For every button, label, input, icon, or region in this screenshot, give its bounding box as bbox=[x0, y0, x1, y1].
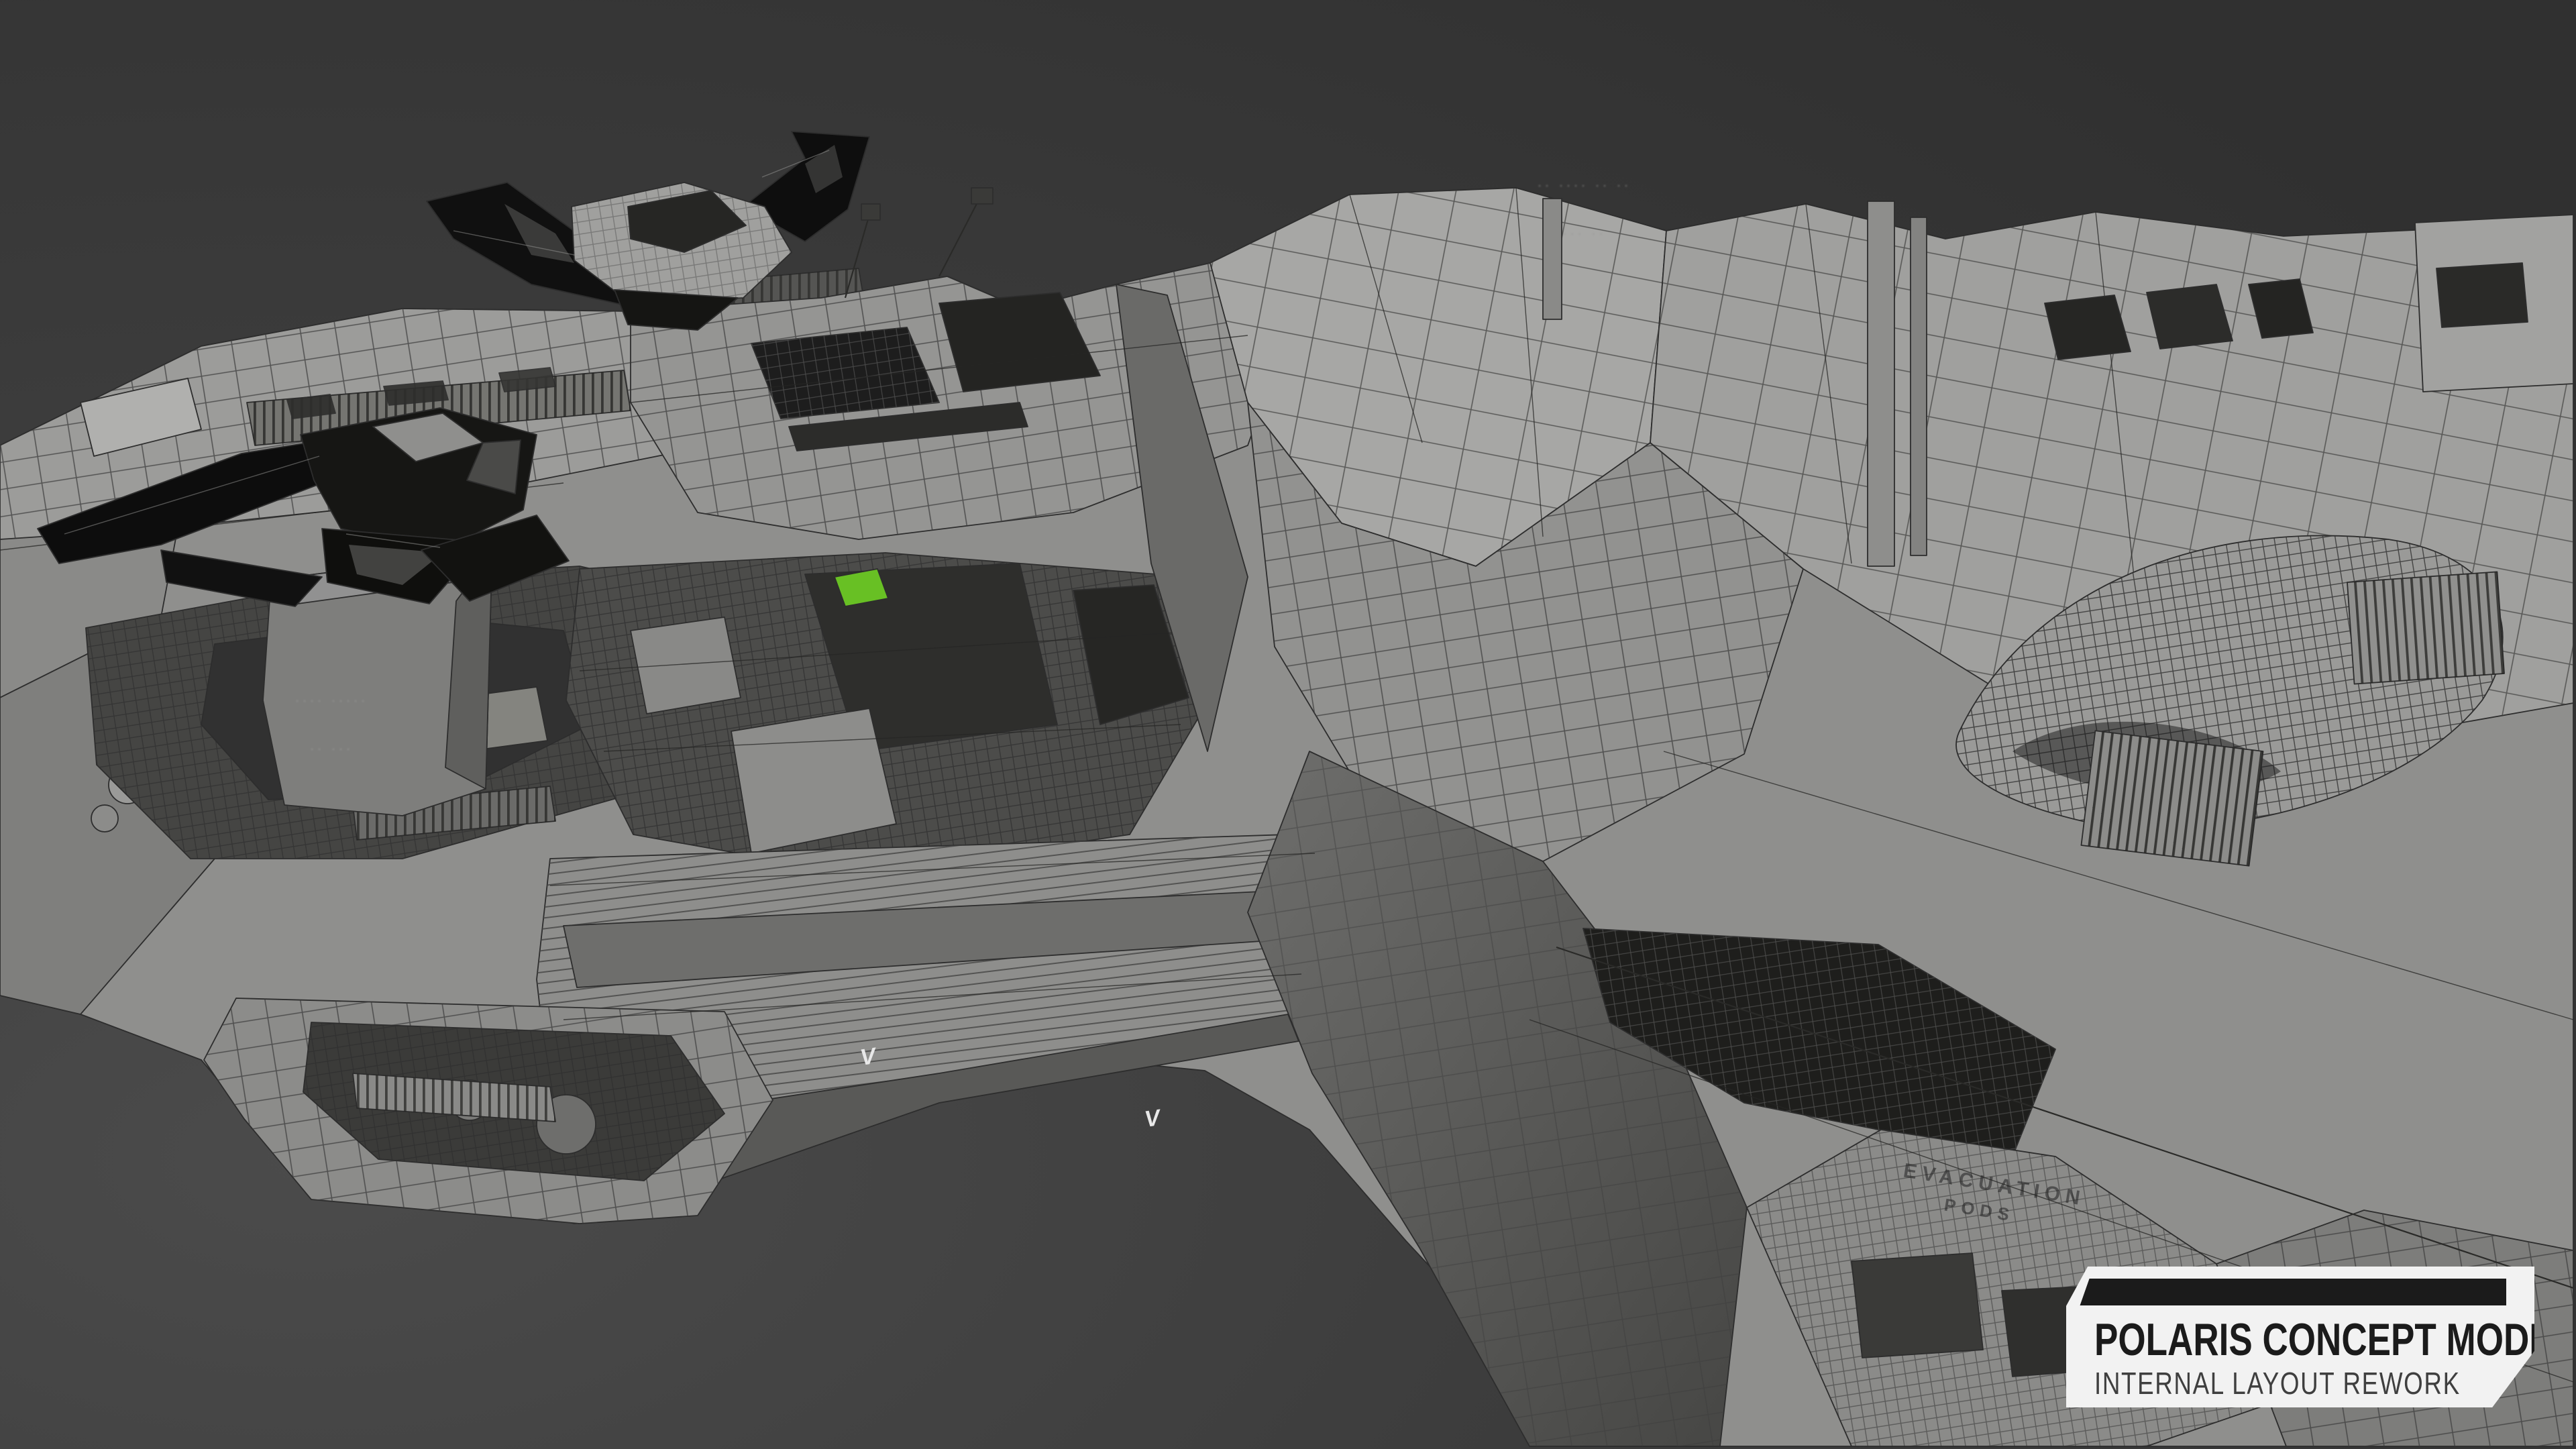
title-card-subtitle: INTERNAL LAYOUT REWORK bbox=[2094, 1366, 2461, 1402]
title-card: POLARIS CONCEPT MODEL INTERNAL LAYOUT RE… bbox=[2066, 1267, 2534, 1407]
faint-annotation-top-line1: ·· ···· ·· ·· bbox=[1538, 177, 1631, 193]
title-card-stripe bbox=[2078, 1279, 2506, 1305]
title-card-title: POLARIS CONCEPT MODEL bbox=[2094, 1315, 2575, 1367]
model-viewport[interactable]: V V EVACUATION PODS bbox=[0, 0, 2576, 1449]
presentation-frame: V V EVACUATION PODS ·· ···· ·· ·· ··· ··… bbox=[0, 0, 2576, 1449]
faint-annotation-left: ···· ····· ·· ··· bbox=[295, 660, 368, 789]
faint-annotation-left-line2: ·· ··· bbox=[295, 741, 368, 757]
faint-annotation-top-line2: ··· ·· bbox=[1538, 225, 1631, 241]
faint-annotation-left-line1: ···· ····· bbox=[295, 692, 368, 708]
faint-annotation-top: ·· ···· ·· ·· ··· ·· bbox=[1538, 145, 1631, 274]
cutaway-interior-rooms bbox=[566, 553, 1210, 875]
